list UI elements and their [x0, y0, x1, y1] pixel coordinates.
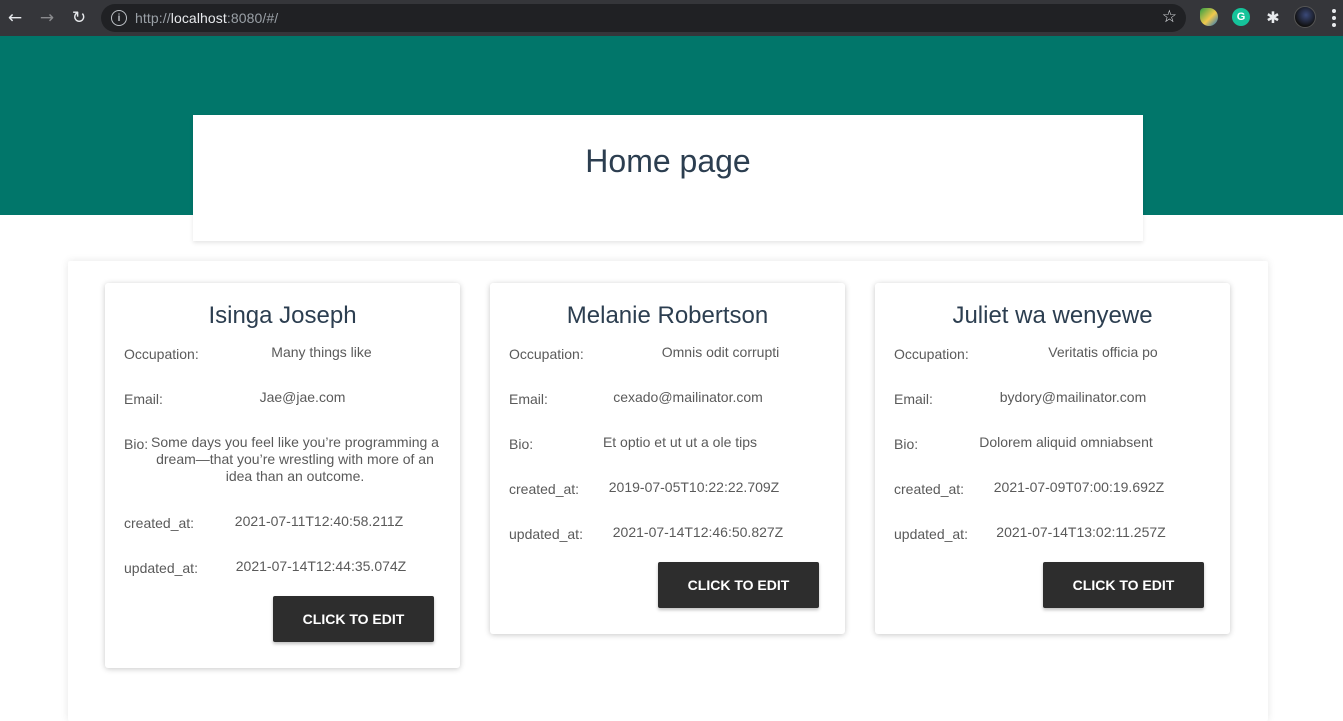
forward-arrow-icon[interactable]: →	[36, 7, 58, 29]
bookmark-star-icon[interactable]: ☆	[1162, 7, 1177, 27]
browser-menu-icon[interactable]	[1332, 9, 1336, 27]
email-value: Jae@jae.com	[259, 389, 346, 405]
edit-button[interactable]: CLICK TO EDIT	[273, 596, 434, 642]
site-info-icon[interactable]: i	[111, 10, 127, 26]
browser-toolbar: ← → ↻ i http://localhost:8080/#/ ☆ G ✱	[0, 0, 1343, 36]
user-name: Isinga Joseph	[208, 302, 357, 329]
extension-icon[interactable]	[1200, 8, 1218, 26]
url-path: :8080/#/	[226, 10, 279, 26]
user-card: Melanie Robertson Occupation: Omnis odit…	[490, 283, 845, 634]
profile-avatar[interactable]	[1294, 6, 1316, 28]
back-arrow-icon[interactable]: ←	[4, 7, 26, 29]
reload-icon[interactable]: ↻	[68, 7, 90, 29]
extensions-puzzle-icon[interactable]: ✱	[1264, 8, 1282, 27]
updated-at-value: 2021-07-14T12:46:50.827Z	[612, 524, 784, 540]
email-value: bydory@mailinator.com	[999, 389, 1147, 405]
created-at-value: 2021-07-11T12:40:58.211Z	[234, 513, 404, 529]
occupation-value: Many things like	[271, 344, 372, 360]
email-label: Email:	[509, 391, 548, 407]
bio-label: Bio:	[894, 436, 919, 452]
user-name: Melanie Robertson	[566, 302, 769, 329]
user-name: Juliet wa wenyewe	[952, 302, 1153, 329]
user-card: Isinga Joseph Occupation: Many things li…	[105, 283, 460, 668]
bio-value: Some days you feel like you’re programmi…	[151, 434, 439, 484]
occupation-label: Occupation:	[509, 346, 584, 362]
bio-value: Dolorem aliquid omniabsent	[979, 434, 1153, 450]
email-label: Email:	[894, 391, 933, 407]
occupation-value: Omnis odit corrupti	[661, 344, 780, 360]
created-at-label: created_at:	[894, 481, 965, 497]
occupation-label: Occupation:	[124, 346, 199, 362]
updated-at-value: 2021-07-14T13:02:11.257Z	[996, 524, 1166, 540]
url-scheme: http://	[135, 10, 171, 26]
email-value: cexado@mailinator.com	[613, 389, 763, 405]
edit-button[interactable]: CLICK TO EDIT	[658, 562, 819, 608]
bio-label: Bio:	[124, 436, 149, 452]
url-text[interactable]: http://localhost:8080/#/	[135, 10, 278, 26]
updated-at-label: updated_at:	[894, 526, 968, 542]
occupation-value: Veritatis officia po	[1048, 344, 1158, 360]
created-at-label: created_at:	[124, 515, 195, 531]
title-card: Home page	[193, 115, 1143, 241]
bio-value: Et optio et ut ut a ole tips	[602, 434, 758, 450]
address-bar[interactable]: i http://localhost:8080/#/ ☆	[101, 4, 1186, 32]
created-at-value: 2021-07-09T07:00:19.692Z	[993, 479, 1165, 495]
bio-label: Bio:	[509, 436, 534, 452]
user-card: Juliet wa wenyewe Occupation: Veritatis …	[875, 283, 1230, 634]
created-at-label: created_at:	[509, 481, 580, 497]
updated-at-label: updated_at:	[509, 526, 583, 542]
grammarly-icon[interactable]: G	[1232, 8, 1250, 26]
page-title: Home page	[585, 143, 751, 179]
email-label: Email:	[124, 391, 163, 407]
updated-at-label: updated_at:	[124, 560, 198, 576]
edit-button[interactable]: CLICK TO EDIT	[1043, 562, 1204, 608]
updated-at-value: 2021-07-14T12:44:35.074Z	[235, 558, 407, 574]
occupation-label: Occupation:	[894, 346, 969, 362]
url-host: localhost	[170, 10, 227, 26]
created-at-value: 2019-07-05T10:22:22.709Z	[608, 479, 780, 495]
